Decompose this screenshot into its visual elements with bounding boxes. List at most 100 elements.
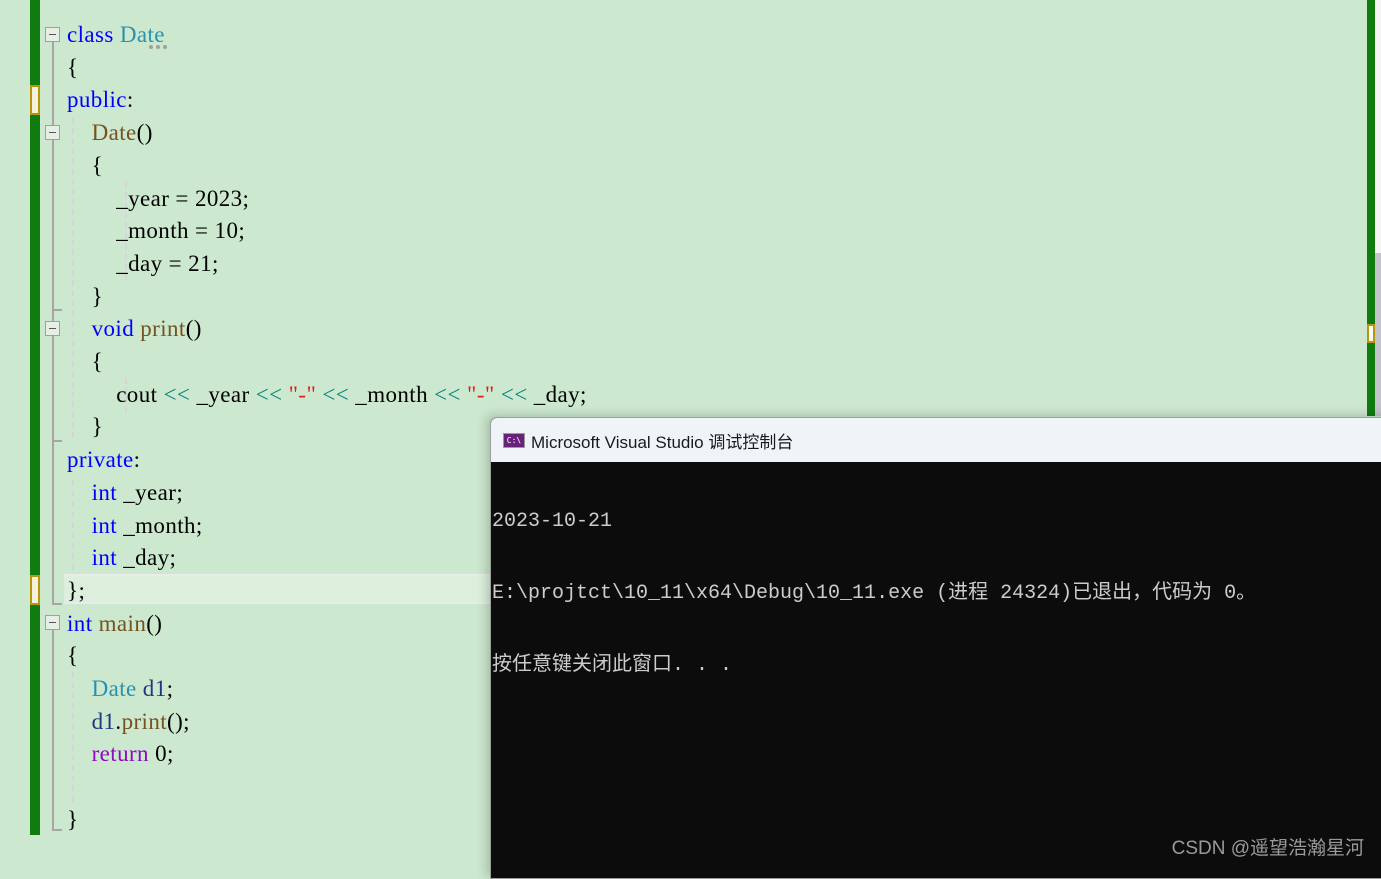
code-token: d1 (91, 708, 116, 734)
code-line[interactable]: int _month; (67, 510, 203, 542)
code-token: print (140, 316, 186, 342)
collapse-constructor-icon[interactable] (45, 125, 60, 140)
code-token: _month (349, 381, 435, 407)
current-line-highlight (64, 574, 494, 604)
code-line[interactable]: { (67, 346, 103, 378)
code-line[interactable]: } (67, 281, 103, 313)
console-line: 2023-10-21 (492, 510, 613, 533)
code-line[interactable]: } (67, 804, 78, 836)
code-token: () (146, 610, 163, 636)
collapse-class-icon[interactable] (45, 27, 60, 42)
code-token: Date (91, 676, 137, 701)
code-token: return (91, 741, 149, 767)
code-token: { (67, 349, 104, 374)
change-tracking-bar (30, 0, 40, 835)
console-line: 按任意键关闭此窗口. . . (492, 654, 733, 677)
code-token: << (322, 381, 350, 407)
code-token: public (67, 87, 127, 113)
code-line[interactable]: _day = 21; (67, 248, 219, 280)
code-line[interactable]: public: (67, 84, 134, 116)
code-token: { (67, 152, 104, 178)
code-line[interactable]: { (67, 150, 103, 182)
debug-console-window[interactable]: C:\ Microsoft Visual Studio 调试控制台 2023-1… (490, 417, 1381, 879)
code-line[interactable]: d1.print(); (67, 706, 190, 738)
code-token: { (67, 643, 79, 669)
code-token: } (67, 283, 104, 309)
collapse-main-icon[interactable] (45, 615, 60, 630)
code-token: << (434, 381, 461, 407)
console-app-icon: C:\ (503, 432, 525, 448)
fold-end (52, 309, 62, 311)
collapse-print-icon[interactable] (45, 321, 60, 336)
code-token: _day; (527, 381, 587, 407)
code-token: Date (91, 120, 137, 146)
fold-end (52, 829, 62, 831)
code-line[interactable]: int _year; (67, 477, 183, 509)
code-line[interactable]: void print() (67, 313, 202, 345)
code-line[interactable]: { (67, 640, 78, 672)
code-token: main (98, 610, 147, 636)
code-token: print (121, 708, 168, 734)
code-line[interactable]: Date() (67, 117, 153, 149)
code-token: { (67, 54, 79, 80)
code-token: _month = 10; (67, 218, 246, 244)
code-token: "-" (467, 381, 495, 407)
overview-ruler-change-bar (1367, 0, 1375, 416)
code-line[interactable]: int _day; (67, 542, 176, 574)
code-token: _day = 21; (67, 250, 219, 276)
code-token: void (91, 316, 141, 342)
console-title: Microsoft Visual Studio 调试控制台 (531, 432, 794, 452)
code-line[interactable]: _year = 2023; (67, 183, 249, 215)
console-titlebar[interactable]: C:\ Microsoft Visual Studio 调试控制台 (491, 418, 1381, 462)
code-token: int (91, 512, 118, 538)
code-token: d1 (142, 676, 167, 701)
code-token: } (67, 414, 104, 440)
code-line[interactable]: _month = 10; (67, 215, 245, 247)
code-line[interactable]: private: (67, 444, 140, 476)
watermark: CSDN @遥望浩瀚星河 (1171, 838, 1364, 859)
code-token: : (126, 87, 134, 113)
code-token: Date (119, 22, 165, 47)
code-token: () (136, 120, 153, 146)
code-token: "-" (288, 381, 317, 407)
code-line[interactable]: { (67, 52, 78, 84)
code-line[interactable]: cout << _year << "-" << _month << "-" <<… (67, 379, 587, 411)
fold-end (52, 440, 62, 442)
change-marker (30, 85, 40, 115)
code-token: cout (67, 381, 164, 407)
code-token: (); (167, 708, 190, 734)
code-token: : (133, 447, 141, 473)
code-line[interactable]: }; (67, 575, 85, 607)
change-marker (30, 575, 40, 605)
code-token: << (500, 381, 528, 407)
overview-ruler-marker (1367, 324, 1375, 343)
fold-line (52, 630, 54, 830)
code-token: () (185, 316, 202, 342)
code-token: _year; (117, 479, 184, 505)
code-token: 0; (148, 741, 174, 767)
code-token: }; (67, 577, 86, 603)
code-token: int (91, 545, 118, 571)
fold-end (52, 603, 62, 605)
console-output: 2023-10-21 E:\projtct\10_11\x64\Debug\10… (491, 462, 1381, 726)
vertical-scrollbar-track[interactable] (1375, 0, 1381, 253)
code-line[interactable]: int main() (67, 608, 162, 640)
code-line[interactable]: return 0; (67, 738, 174, 770)
code-token: private (67, 447, 134, 473)
code-line[interactable]: Date d1; (67, 673, 173, 705)
code-token: } (67, 806, 79, 832)
code-token: << (255, 381, 283, 407)
code-line[interactable]: } (67, 411, 103, 443)
code-token: int (91, 479, 118, 505)
code-token: class (67, 22, 120, 47)
vertical-scrollbar-thumb[interactable] (1375, 253, 1381, 416)
code-token: << (163, 381, 191, 407)
code-line[interactable]: class Date (67, 19, 165, 51)
